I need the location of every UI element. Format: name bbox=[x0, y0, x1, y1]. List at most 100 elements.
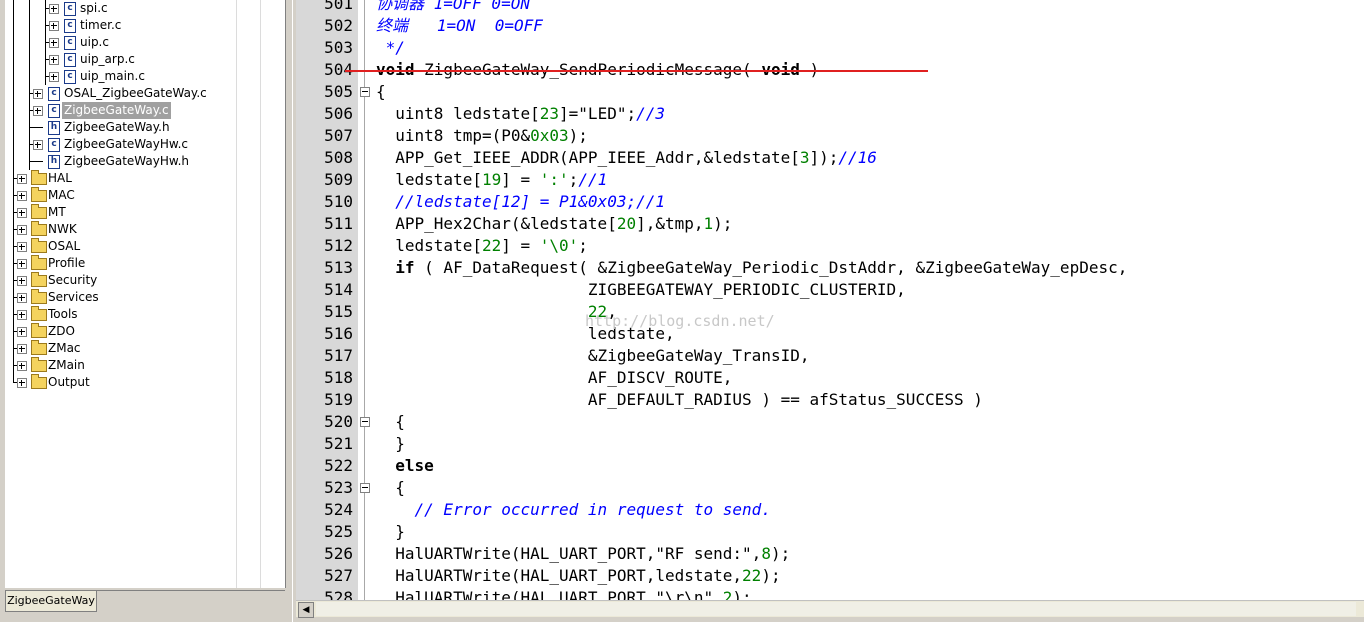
tree-file[interactable]: c OSAL_ZigbeeGateWay.c bbox=[5, 85, 285, 102]
line-number: 520 bbox=[324, 412, 353, 431]
code-token: AF_DISCV_ROUTE, bbox=[376, 368, 733, 387]
tree-folder[interactable]: Services bbox=[5, 289, 285, 306]
tree-file[interactable]: c timer.c bbox=[5, 17, 285, 34]
code-line[interactable]: 519 AF_DEFAULT_RADIUS ) == afStatus_SUCC… bbox=[296, 389, 1364, 411]
code-token: ; bbox=[578, 236, 588, 255]
code-line[interactable]: 517 &ZigbeeGateWay_TransID, bbox=[296, 345, 1364, 367]
expand-icon[interactable] bbox=[17, 293, 27, 303]
code-line[interactable]: 507 uint8 tmp=(P0&0x03); bbox=[296, 125, 1364, 147]
expand-icon[interactable] bbox=[49, 38, 59, 48]
expand-icon[interactable] bbox=[49, 72, 59, 82]
code-line[interactable]: 505 { bbox=[296, 81, 1364, 103]
code-token: 20 bbox=[616, 214, 637, 233]
code-line[interactable]: 525 } bbox=[296, 521, 1364, 543]
tree-folder[interactable]: MT bbox=[5, 204, 285, 221]
code-text: else bbox=[376, 455, 434, 477]
code-line[interactable]: 523 { bbox=[296, 477, 1364, 499]
expand-icon[interactable] bbox=[49, 4, 59, 14]
tree-file[interactable]: c ZigbeeGateWayHw.c bbox=[5, 136, 285, 153]
code-line[interactable]: 515 22, bbox=[296, 301, 1364, 323]
expand-icon[interactable] bbox=[17, 378, 27, 388]
tree-folder[interactable]: ZMac bbox=[5, 340, 285, 357]
code-line[interactable]: 526 HalUARTWrite(HAL_UART_PORT,"RF send:… bbox=[296, 543, 1364, 565]
code-line[interactable]: 506 uint8 ledstate[23]="LED";//3 bbox=[296, 103, 1364, 125]
expand-icon[interactable] bbox=[17, 225, 27, 235]
code-line[interactable]: 509 ledstate[19] = ':';//1 bbox=[296, 169, 1364, 191]
expand-icon[interactable] bbox=[17, 208, 27, 218]
code-line[interactable]: 501 协调器 1=OFF 0=ON bbox=[296, 0, 1364, 15]
tree-file[interactable]: h ZigbeeGateWay.h bbox=[5, 119, 285, 136]
code-token: ledstate[ bbox=[376, 170, 482, 189]
collapse-icon[interactable] bbox=[360, 417, 370, 427]
code-line[interactable]: 527 HalUARTWrite(HAL_UART_PORT,ledstate,… bbox=[296, 565, 1364, 587]
collapse-icon[interactable] bbox=[360, 87, 370, 97]
code-line[interactable]: 521 } bbox=[296, 433, 1364, 455]
code-text: // Error occurred in request to send. bbox=[376, 499, 771, 521]
expand-icon[interactable] bbox=[17, 327, 27, 337]
scroll-thumb[interactable] bbox=[316, 602, 1356, 616]
tree-folder[interactable]: ZDO bbox=[5, 323, 285, 340]
tree-file[interactable]: c uip_main.c bbox=[5, 68, 285, 85]
code-line[interactable]: 520 { bbox=[296, 411, 1364, 433]
tree-file[interactable]: c uip_arp.c bbox=[5, 51, 285, 68]
code-line[interactable]: 508 APP_Get_IEEE_ADDR(APP_IEEE_Addr,&led… bbox=[296, 147, 1364, 169]
tree-folder[interactable]: OSAL bbox=[5, 238, 285, 255]
tree-folder[interactable]: Output bbox=[5, 374, 285, 391]
expand-icon[interactable] bbox=[49, 21, 59, 31]
expand-icon[interactable] bbox=[17, 344, 27, 354]
workspace-tab[interactable]: ZigbeeGateWay bbox=[5, 591, 97, 612]
tree-folder[interactable]: HAL bbox=[5, 170, 285, 187]
expand-icon[interactable] bbox=[33, 140, 43, 150]
tree-folder[interactable]: Security bbox=[5, 272, 285, 289]
tree-file[interactable]: h ZigbeeGateWayHw.h bbox=[5, 153, 285, 170]
tree-item-label: OSAL bbox=[48, 239, 81, 253]
expand-icon[interactable] bbox=[33, 106, 43, 116]
expand-icon[interactable] bbox=[33, 89, 43, 99]
code-editor[interactable]: 501 协调器 1=OFF 0=ON 502 终端 1=ON 0=OFF 503 */ 5… bbox=[296, 0, 1364, 607]
code-line[interactable]: 512 ledstate[22] = '\0'; bbox=[296, 235, 1364, 257]
horizontal-scrollbar[interactable]: ◀ bbox=[296, 600, 1364, 618]
expand-icon[interactable] bbox=[49, 55, 59, 65]
tree-folder[interactable]: Tools bbox=[5, 306, 285, 323]
tree-item-label: Services bbox=[48, 290, 99, 304]
code-line[interactable]: 524 // Error occurred in request to send… bbox=[296, 499, 1364, 521]
code-line[interactable]: 510 //ledstate[12] = P1&0x03;//1 bbox=[296, 191, 1364, 213]
code-line[interactable]: 514 ZIGBEEGATEWAY_PERIODIC_CLUSTERID, bbox=[296, 279, 1364, 301]
collapse-icon[interactable] bbox=[360, 483, 370, 493]
expand-icon[interactable] bbox=[17, 191, 27, 201]
c-file-icon: c bbox=[48, 138, 60, 152]
code-line[interactable]: 518 AF_DISCV_ROUTE, bbox=[296, 367, 1364, 389]
code-token: ); bbox=[770, 544, 791, 563]
tree-folder[interactable]: ZMain bbox=[5, 357, 285, 374]
tree-folder[interactable]: MAC bbox=[5, 187, 285, 204]
tree-folder[interactable]: Profile bbox=[5, 255, 285, 272]
expand-icon[interactable] bbox=[17, 259, 27, 269]
code-line[interactable]: 522 else bbox=[296, 455, 1364, 477]
project-tree[interactable]: c spi.c c timer.c c uip.c c uip_arp.c c uip_main.… bbox=[5, 0, 286, 588]
tree-file[interactable]: c ZigbeeGateWay.c bbox=[5, 102, 285, 119]
expand-icon[interactable] bbox=[17, 361, 27, 371]
code-text: HalUARTWrite(HAL_UART_PORT,"RF send:",8)… bbox=[376, 543, 790, 565]
code-line[interactable]: 513 if ( AF_DataRequest( &ZigbeeGateWay_… bbox=[296, 257, 1364, 279]
watermark: http://blog.csdn.net/ bbox=[585, 312, 775, 330]
code-line[interactable]: 503 */ bbox=[296, 37, 1364, 59]
code-line[interactable]: 516 ledstate, bbox=[296, 323, 1364, 345]
code-token: { bbox=[376, 478, 405, 497]
scroll-left-icon[interactable]: ◀ bbox=[298, 602, 314, 618]
expand-icon[interactable] bbox=[17, 310, 27, 320]
tree-item-label: ZMain bbox=[48, 358, 85, 372]
code-line[interactable]: 511 APP_Hex2Char(&ledstate[20],&tmp,1); bbox=[296, 213, 1364, 235]
tree-folder[interactable]: NWK bbox=[5, 221, 285, 238]
expand-icon[interactable] bbox=[17, 276, 27, 286]
expand-icon[interactable] bbox=[17, 174, 27, 184]
tree-file[interactable]: c spi.c bbox=[5, 0, 285, 17]
code-token: { bbox=[376, 412, 405, 431]
tree-item-label: ZigbeeGateWayHw.h bbox=[64, 154, 190, 168]
h-file-icon: h bbox=[48, 155, 60, 169]
code-line[interactable]: 502 终端 1=ON 0=OFF bbox=[296, 15, 1364, 37]
tree-file[interactable]: c uip.c bbox=[5, 34, 285, 51]
code-token: 23 bbox=[539, 104, 560, 123]
code-text: { bbox=[376, 81, 386, 103]
expand-icon[interactable] bbox=[17, 242, 27, 252]
